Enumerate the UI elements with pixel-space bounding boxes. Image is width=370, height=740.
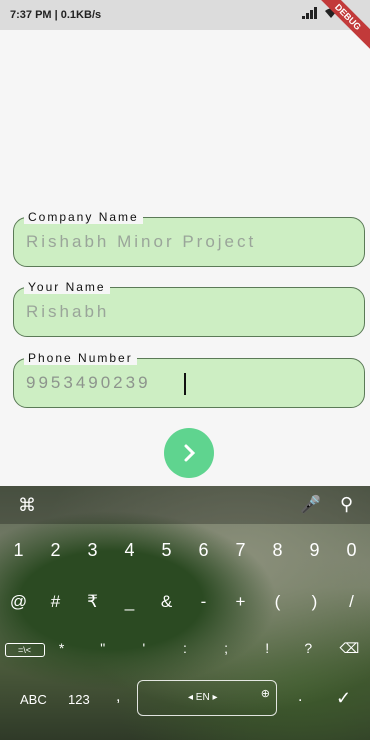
key-2[interactable]: 2 <box>40 540 72 561</box>
key-minus[interactable]: - <box>188 592 220 612</box>
key-6[interactable]: 6 <box>188 540 220 561</box>
key-question[interactable]: ? <box>292 640 324 657</box>
backspace-icon[interactable]: ⌫ <box>333 640 365 657</box>
key-double-quote[interactable]: " <box>87 640 119 657</box>
globe-icon[interactable]: ⊕ <box>261 687 270 700</box>
numeric-key[interactable]: 123 <box>68 692 90 707</box>
space-bar[interactable]: ◂ EN ▸ ⊕ <box>137 680 277 716</box>
key-1[interactable]: 1 <box>3 540 35 561</box>
company-name-label: Company Name <box>24 210 143 224</box>
key-plus[interactable]: + <box>225 592 257 612</box>
phone-number-label: Phone Number <box>24 351 137 365</box>
mic-icon[interactable]: 🎤 <box>300 495 321 515</box>
key-3[interactable]: 3 <box>77 540 109 561</box>
your-name-field[interactable]: Your Name <box>13 280 365 337</box>
signal-icon <box>302 7 318 19</box>
key-single-quote[interactable]: ' <box>128 640 160 657</box>
keyboard-toolbar: ⌘ 🎤 ⚲ <box>0 486 370 524</box>
status-time: 7:37 PM | 0.1KB/s <box>10 9 102 21</box>
key-asterisk[interactable]: * <box>46 640 78 657</box>
bottom-row: ABC 123 , ◂ EN ▸ ⊕ . ✓ <box>0 680 370 726</box>
symbol-row: @ # ₹ _ & - + ( ) / <box>0 592 370 612</box>
status-bar: 7:37 PM | 0.1KB/s DEBUG <box>0 0 370 58</box>
enter-check-icon[interactable]: ✓ <box>336 688 351 709</box>
key-0[interactable]: 0 <box>336 540 368 561</box>
company-name-field[interactable]: Company Name <box>13 210 365 267</box>
key-semicolon[interactable]: ; <box>210 640 242 657</box>
key-at[interactable]: @ <box>3 592 35 612</box>
next-button[interactable] <box>164 428 214 478</box>
key-4[interactable]: 4 <box>114 540 146 561</box>
period-key[interactable]: . <box>298 688 302 706</box>
chevron-right-icon <box>184 444 196 462</box>
key-close-paren[interactable]: ) <box>299 592 331 612</box>
key-5[interactable]: 5 <box>151 540 183 561</box>
language-label: ◂ EN ▸ <box>188 692 218 703</box>
phone-number-input[interactable] <box>26 371 346 395</box>
command-icon[interactable]: ⌘ <box>18 495 36 516</box>
number-row: 1 2 3 4 5 6 7 8 9 0 <box>0 540 370 561</box>
key-colon[interactable]: : <box>169 640 201 657</box>
key-rupee[interactable]: ₹ <box>77 592 109 612</box>
third-row: =\< * " ' : ; ! ? ⌫ <box>0 640 370 657</box>
your-name-label: Your Name <box>24 280 110 294</box>
search-icon[interactable]: ⚲ <box>340 494 353 515</box>
company-name-input[interactable] <box>26 230 346 254</box>
key-7[interactable]: 7 <box>225 540 257 561</box>
key-underscore[interactable]: _ <box>114 592 146 612</box>
soft-keyboard: ⌘ 🎤 ⚲ 1 2 3 4 5 6 7 8 9 0 @ # ₹ _ & - + … <box>0 486 370 740</box>
your-name-input[interactable] <box>26 300 346 324</box>
key-slash[interactable]: / <box>336 592 368 612</box>
key-8[interactable]: 8 <box>262 540 294 561</box>
key-open-paren[interactable]: ( <box>262 592 294 612</box>
comma-key[interactable]: , <box>116 688 120 706</box>
phone-number-field[interactable]: Phone Number <box>13 351 365 408</box>
abc-key[interactable]: ABC <box>20 692 47 707</box>
key-ampersand[interactable]: & <box>151 592 183 612</box>
key-9[interactable]: 9 <box>299 540 331 561</box>
key-hash[interactable]: # <box>40 592 72 612</box>
key-exclamation[interactable]: ! <box>251 640 283 657</box>
key-more-symbols[interactable]: =\< <box>4 640 45 657</box>
text-caret <box>184 373 186 395</box>
